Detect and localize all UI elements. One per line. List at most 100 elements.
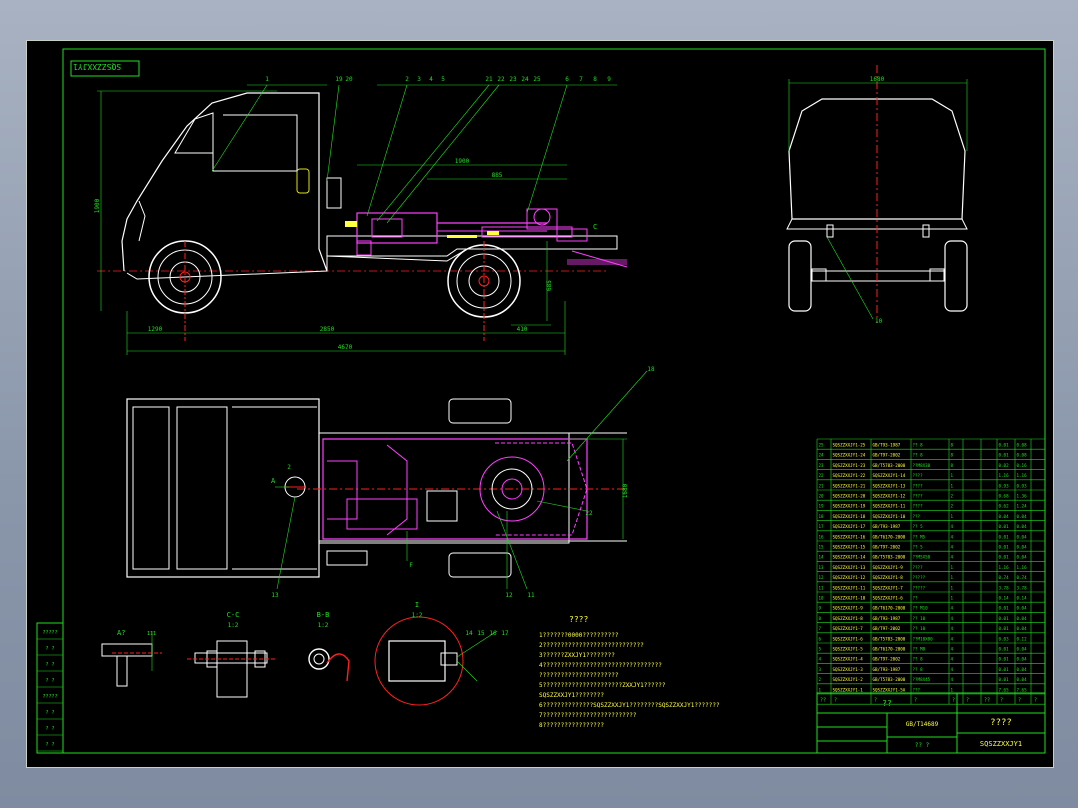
title-block: ?? GB/T14689 ?? ? ???? SQSZZXXJY1 <box>816 692 1046 754</box>
table-cell: ???? <box>913 504 924 509</box>
table-cell: 2 <box>951 494 954 499</box>
table-cell: 0.04 <box>1017 616 1028 621</box>
table-cell: 0.08 <box>1017 453 1028 458</box>
detail-i-label: I <box>415 601 419 609</box>
table-cell: 0.01 <box>999 545 1010 550</box>
table-cell: ??M5X50 <box>913 555 931 560</box>
table-cell: 0.04 <box>1017 647 1028 652</box>
table-cell: SQSZZXXJY1-9 <box>873 565 904 570</box>
table-cell: SQSZZXXJY1-10 <box>873 514 906 519</box>
callout-number: 14 <box>465 630 473 637</box>
top-view: 1680 A 18 2 13 12 11 22 F <box>126 366 655 599</box>
table-cell: 1.16 <box>999 565 1010 570</box>
table-cell: 0.04 <box>1017 545 1028 550</box>
table-cell: SQSZZXXJY1-13 <box>873 483 906 488</box>
detail-c-scale: 1:2 <box>228 622 239 629</box>
table-cell: SQSZZXXJY1-5 <box>833 647 864 652</box>
table-cell: ?? M10 <box>913 606 929 611</box>
table-cell: 0.04 <box>1017 606 1028 611</box>
table-cell: SQSZZXXJY1-5A <box>873 687 906 692</box>
detail-b-scale: 1:2 <box>318 622 329 629</box>
detail-i: I 1:2 14 15 16 17 <box>374 601 509 706</box>
table-cell: GB/T97-2002 <box>873 657 901 662</box>
table-cell: SQSZZXXJY1-19 <box>833 504 866 509</box>
table-header-cell: ? <box>874 698 877 704</box>
table-cell: 4 <box>951 545 954 550</box>
table-cell: ????? <box>913 575 926 580</box>
table-cell: ?? 8 <box>913 443 924 448</box>
table-cell: 0.14 <box>999 596 1010 601</box>
table-cell: GB/T93-1987 <box>873 524 901 529</box>
callout-number: 6 <box>565 76 569 83</box>
table-header-cell: ? <box>1018 698 1021 704</box>
drawing-code-label: SQSZZXXJY1 <box>73 62 121 71</box>
table-cell: 0.12 <box>1017 636 1028 641</box>
table-cell: 0.03 <box>999 636 1010 641</box>
note-line: SQSZZXXJY1???????? <box>539 692 604 699</box>
table-cell: 0.01 <box>999 657 1010 662</box>
table-cell: 1.16 <box>1017 473 1028 478</box>
table-cell: SQSZZXXJY1-9 <box>833 606 864 611</box>
table-cell: 1 <box>951 565 954 570</box>
table-cell: ??M8X30 <box>913 463 931 468</box>
table-cell: GB/T97-2002 <box>873 626 901 631</box>
table-cell: 0.04 <box>1017 626 1028 631</box>
table-cell: 1 <box>951 483 954 488</box>
table-cell: SQSZZXXJY1-22 <box>833 473 866 478</box>
table-cell: GB/T6170-2000 <box>873 606 906 611</box>
callout-number: 13 <box>271 592 279 599</box>
table-cell: SQSZZXXJY1-21 <box>833 483 866 488</box>
note-line: 8????????????????? <box>539 722 604 729</box>
strip-cell: ????? <box>42 630 57 636</box>
table-cell: ?? M5 <box>913 534 926 539</box>
table-cell: SQSZZXXJY1-23 <box>833 463 866 468</box>
note-line: 1???????0000?????????? <box>539 632 619 639</box>
table-cell: SQSZZXXJY1-7 <box>873 585 904 590</box>
dim-front-overhang: 1290 <box>148 326 163 333</box>
table-cell: ?? M8 <box>913 647 926 652</box>
view-label-a: A <box>271 477 276 485</box>
table-cell: 3.78 <box>999 585 1010 590</box>
table-cell: ?? <box>913 596 919 601</box>
title-sheet-info: ?? ? <box>915 742 930 749</box>
table-cell: 8 <box>951 453 954 458</box>
table-cell: 2 <box>819 677 822 682</box>
table-cell: GB/T5783-2000 <box>873 636 906 641</box>
table-cell: SQSZZXXJY1-3 <box>833 667 864 672</box>
table-cell: 1 <box>819 687 822 692</box>
callout-number: 15 <box>477 630 485 637</box>
table-cell: ???? <box>913 473 924 478</box>
table-cell: SQSZZXXJY1-10 <box>833 596 866 601</box>
table-cell: 17 <box>819 524 825 529</box>
title-company: ?? <box>882 699 892 708</box>
table-cell: 0.08 <box>1017 443 1028 448</box>
dim-top-2: 885 <box>492 172 503 179</box>
side-view: 1290 2850 410 4670 1900 1900 885 685 C 1… <box>94 76 628 355</box>
table-cell: SQSZZXXJY1-12 <box>873 494 906 499</box>
side-callouts: 1 19 20 2 3 4 5 21 22 23 24 25 6 7 8 9 <box>265 76 611 83</box>
table-cell: 0.16 <box>1017 463 1028 468</box>
title-drawing-code: SQSZZXXJY1 <box>980 740 1022 748</box>
table-cell: 10 <box>819 596 825 601</box>
callout-number: F <box>409 562 413 569</box>
table-cell: 0.01 <box>999 443 1010 448</box>
table-cell: 9 <box>819 606 822 611</box>
strip-cell: ? ? <box>45 710 54 716</box>
table-cell: 0.04 <box>1017 657 1028 662</box>
table-cell: ???? <box>913 565 924 570</box>
table-cell: ??? <box>913 514 921 519</box>
table-cell: ?? 8 <box>913 657 924 662</box>
table-cell: 8 <box>819 616 822 621</box>
notes-title: ???? <box>569 615 588 624</box>
table-cell: 4 <box>819 657 822 662</box>
table-cell: 16 <box>819 534 825 539</box>
detail-i-scale: 1:2 <box>412 612 423 619</box>
strip-cell: ? ? <box>45 646 54 652</box>
table-cell: SQSZZXXJY1-2 <box>833 677 864 682</box>
table-cell: 0.01 <box>999 667 1010 672</box>
table-cell: 25 <box>819 443 825 448</box>
table-cell: 0.01 <box>999 647 1010 652</box>
detail-a-dim: 111 <box>147 631 156 637</box>
table-header-cell: ? <box>1034 698 1037 704</box>
table-cell: 0.74 <box>999 575 1010 580</box>
